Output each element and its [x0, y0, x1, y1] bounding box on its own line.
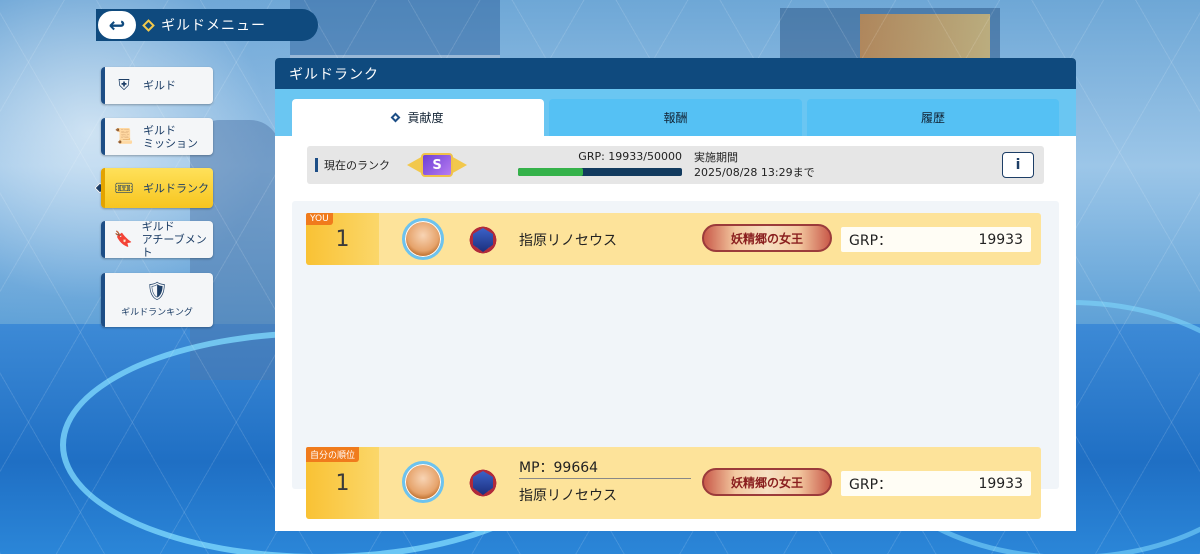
tab-rewards[interactable]: 報酬 — [549, 99, 802, 136]
mp-value: MP：99664 — [519, 460, 599, 476]
tab-label: 報酬 — [663, 111, 688, 125]
grp-label: GRP： — [849, 232, 893, 249]
sidebar-item-label: ギルドランク — [143, 181, 209, 195]
sidebar-item-guild-mission[interactable]: 📜 ギルド ミッション — [101, 118, 213, 155]
label-line2: アチーブメント — [141, 233, 207, 259]
player-name: 指原リノセウス — [519, 233, 617, 249]
sidebar-item-label: ギルド アチーブメント — [142, 220, 213, 259]
scroll-icon: 📜 — [114, 127, 134, 145]
current-rank-label: 現在のランク — [324, 159, 390, 172]
rank-letter: S — [421, 153, 453, 177]
title-banner: 妖精郷の女王 — [702, 224, 832, 252]
panel-title: ギルドランク — [275, 58, 1076, 89]
grp-value: 19933 — [978, 475, 1023, 492]
period-value: 2025/08/28 13:29まで — [694, 166, 815, 179]
guild-emblem-icon — [466, 223, 500, 257]
sidebar-item-guild[interactable]: ⛨ ギルド — [101, 67, 213, 104]
ranking-row[interactable]: 1 YOU 指原リノセウス 妖精郷の女王 GRP： 19933 — [306, 213, 1041, 265]
period-label: 実施期間 — [694, 151, 738, 164]
section-marker — [315, 158, 318, 172]
grp-value: 19933 — [978, 231, 1023, 248]
rank-ticket-icon: 🎟 — [114, 178, 134, 197]
tab-label: 履歴 — [920, 111, 945, 125]
grp-progress-fill — [518, 168, 584, 176]
label-line1: ギルド — [141, 220, 175, 233]
label-line2: ミッション — [143, 136, 198, 150]
tab-history[interactable]: 履歴 — [807, 99, 1059, 136]
rank-badge: S — [407, 150, 467, 180]
player-name: 指原リノセウス — [519, 488, 617, 504]
guild-emblem-icon — [466, 466, 500, 500]
sidebar-item-label: ギルド ミッション — [143, 124, 198, 150]
grp-box: GRP： 19933 — [841, 471, 1031, 496]
tab-label: 貢献度 — [407, 111, 444, 125]
header-title: ギルドメニュー — [161, 18, 266, 34]
grp-progress-text: GRP: 19933/50000 — [578, 150, 682, 163]
sidebar-item-guild-achievement[interactable]: 🔖 ギルド アチーブメント — [101, 220, 213, 259]
sidebar-item-guild-rank[interactable]: 🎟 ギルドランク — [101, 168, 213, 208]
title-banner: 妖精郷の女王 — [702, 468, 832, 496]
avatar[interactable] — [402, 218, 444, 260]
sidebar-item-label: ギルド — [143, 79, 176, 92]
diamond-icon — [391, 112, 401, 123]
my-rank-tag: 自分の順位 — [306, 447, 360, 462]
achievement-banner-icon: 🔖 — [113, 230, 133, 248]
guild-rank-panel: ギルドランク 貢献度 報酬 履歴 現在のランク S GRP: 19933/500… — [275, 58, 1076, 531]
grp-box: GRP： 19933 — [841, 227, 1031, 252]
you-tag: YOU — [306, 213, 333, 225]
back-button[interactable]: ↩ — [96, 9, 138, 41]
back-arrow-icon: ↩ — [108, 13, 126, 37]
grp-label: GRP： — [849, 476, 893, 493]
diamond-icon — [142, 18, 155, 32]
label-line1: ギルド — [143, 123, 176, 137]
divider — [519, 478, 691, 479]
current-rank-bar: 現在のランク S GRP: 19933/50000 実施期間 2025/08/2… — [307, 146, 1044, 184]
tab-contribution[interactable]: 貢献度 — [292, 99, 544, 136]
guild-shield-icon: ⛨ — [118, 76, 130, 94]
sidebar-item-label: ギルドランキング — [121, 307, 193, 318]
sidebar-item-guild-ranking[interactable]: 🛡 ギルドランキング — [101, 273, 213, 327]
laurel-shield-icon: 🛡 — [145, 281, 169, 302]
my-rank-row[interactable]: 1 自分の順位 MP：99664 指原リノセウス 妖精郷の女王 GRP： 199… — [306, 447, 1041, 519]
avatar[interactable] — [402, 461, 444, 503]
event-period: 実施期間 2025/08/28 13:29まで — [694, 150, 815, 180]
badge-wing-right — [451, 156, 467, 174]
info-button[interactable]: i — [1002, 152, 1034, 178]
grp-progress-bar — [518, 168, 682, 176]
